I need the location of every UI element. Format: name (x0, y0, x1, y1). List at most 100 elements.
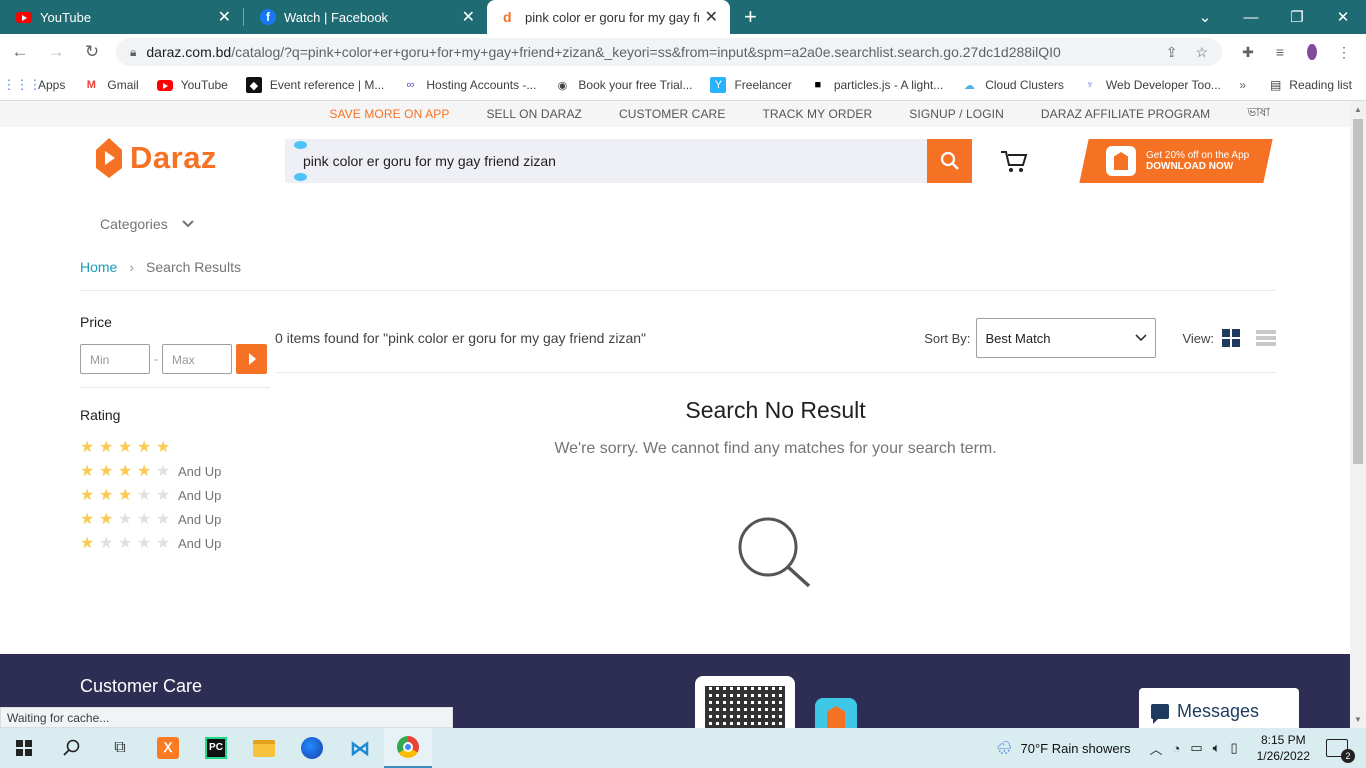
track-my-order-link[interactable]: TRACK MY ORDER (762, 107, 872, 121)
rating-2-stars[interactable]: ★ ★ ★ ★ ★ And Up (80, 507, 270, 531)
firefox-app[interactable] (288, 728, 336, 768)
close-tab-icon[interactable]: ✕ (462, 7, 475, 27)
daraz-app-icon (1106, 146, 1136, 176)
close-tab-icon[interactable]: ✕ (705, 7, 718, 27)
tab-facebook[interactable]: f Watch | Facebook ✕ (244, 0, 487, 34)
pycharm-app[interactable]: PC (192, 728, 240, 768)
max-price-input[interactable]: Max (162, 344, 232, 374)
star-icon: ★ (99, 511, 114, 528)
price-filter: Min - Max (80, 344, 270, 374)
sort-label: Sort By: (924, 330, 971, 346)
chrome-app[interactable] (384, 728, 432, 768)
star-empty-icon: ★ (137, 535, 152, 552)
weather-widget[interactable]: 🌧︎ 70°F Rain showers (996, 740, 1130, 756)
results-toolbar: 0 items found for "pink color er goru fo… (275, 312, 1276, 364)
wifi-icon[interactable]: ◔ (1172, 741, 1180, 756)
save-more-on-app-link[interactable]: SAVE MORE ON APP (329, 107, 449, 121)
start-button[interactable] (0, 728, 48, 768)
min-price-input[interactable]: Min (80, 344, 150, 374)
bookmark-event-reference[interactable]: ◆ Event reference | M... (245, 77, 384, 93)
gmail-icon: M (86, 79, 96, 91)
notifications-icon[interactable]: 2 (1326, 739, 1355, 763)
reload-icon[interactable]: ↻ (76, 42, 108, 62)
apply-price-button[interactable] (236, 344, 267, 374)
chevron-right-icon: › (129, 259, 135, 275)
close-tab-icon[interactable]: ✕ (218, 7, 231, 27)
forward-arrow-icon[interactable]: → (40, 42, 72, 62)
reading-list-icon: ▤ (1269, 78, 1282, 92)
vscode-app[interactable]: ⋈ (336, 728, 384, 768)
breadcrumb-home[interactable]: Home (80, 259, 117, 275)
share-icon[interactable]: ⇪ (1166, 44, 1178, 61)
list-view-icon[interactable] (1256, 330, 1276, 346)
profile-avatar[interactable]: S (1296, 41, 1328, 63)
vscode-icon: ⋈ (350, 737, 370, 760)
scrollbar-thumb[interactable] (1353, 119, 1363, 464)
browser-toolbar: ← → ↻ 🔒︎ daraz.com.bd/catalog/?q=pink+co… (0, 34, 1366, 70)
clock[interactable]: 8:15 PM 1/26/2022 (1257, 732, 1310, 764)
filter-sidebar: Price Min - Max Rating ★ ★ ★ ★ ★ ★ ★ ★ ★ ★ And U… (80, 314, 270, 555)
tablet-mode-icon[interactable]: ▯ (1230, 740, 1237, 756)
signup-login-link[interactable]: SIGNUP / LOGIN (909, 107, 1004, 121)
new-tab-button[interactable]: + (744, 4, 757, 30)
rating-1-star[interactable]: ★ ★ ★ ★ ★ And Up (80, 531, 270, 555)
bookmark-particles[interactable]: ■ particles.js - A light... (810, 77, 944, 93)
bookmark-web-developer[interactable]: ♆ Web Developer Too... (1082, 77, 1221, 93)
star-empty-icon: ★ (156, 535, 171, 552)
bookmark-freelancer[interactable]: Y Freelancer (710, 77, 792, 93)
notification-count: 2 (1341, 749, 1355, 763)
media-control-icon[interactable]: ≡ (1264, 44, 1296, 60)
volume-icon[interactable]: 🔈︎ (1213, 740, 1221, 756)
bookmark-apps[interactable]: ⋮⋮⋮ Apps (3, 77, 66, 93)
reading-list-button[interactable]: ▤ Reading list (1270, 78, 1352, 92)
cart-icon[interactable] (1000, 149, 1028, 176)
and-up-label: And Up (178, 535, 222, 551)
bookmark-gmail[interactable]: M Gmail (83, 77, 139, 93)
customer-care-link[interactable]: CUSTOMER CARE (619, 107, 725, 121)
tab-search-icon[interactable]: ⌄ (1182, 8, 1228, 26)
daraz-logo[interactable]: Daraz (96, 138, 217, 178)
lock-icon[interactable]: 🔒︎ (130, 45, 136, 60)
affiliate-program-link[interactable]: DARAZ AFFILIATE PROGRAM (1041, 107, 1210, 121)
minimize-button[interactable]: — (1228, 9, 1274, 26)
back-arrow-icon[interactable]: ← (4, 42, 36, 62)
menu-kebab-icon[interactable]: ⋮ (1328, 44, 1360, 61)
file-explorer-app[interactable] (240, 728, 288, 768)
daraz-app-icon[interactable] (815, 698, 857, 728)
xampp-app[interactable]: ⵝ (144, 728, 192, 768)
search-button[interactable] (927, 139, 972, 183)
restore-button[interactable]: ❐ (1274, 8, 1320, 26)
bookmark-youtube[interactable]: YouTube (156, 77, 228, 93)
task-view-button[interactable]: ⧉ (96, 728, 144, 768)
scroll-up-icon[interactable]: ▲ (1354, 105, 1362, 114)
rating-5-stars[interactable]: ★ ★ ★ ★ ★ (80, 435, 270, 459)
close-window-button[interactable]: ✕ (1320, 8, 1366, 26)
extensions-icon[interactable]: ✚ (1232, 44, 1264, 61)
download-app-banner[interactable]: Get 20% off on the App DOWNLOAD NOW (1079, 139, 1273, 183)
tab-daraz[interactable]: d pink color er goru for my gay frie ✕ (487, 0, 730, 34)
battery-icon[interactable]: ▭ (1190, 740, 1202, 756)
categories-dropdown[interactable]: Categories (100, 216, 194, 232)
url-text[interactable]: daraz.com.bd/catalog/?q=pink+color+er+go… (146, 44, 1147, 60)
sort-select[interactable]: Best Match (976, 318, 1157, 358)
search-input[interactable]: pink color er goru for my gay friend ziz… (285, 139, 927, 183)
view-label: View: (1182, 330, 1214, 346)
page-scrollbar[interactable]: ▲ ▼ (1350, 101, 1366, 728)
more-bookmarks-icon[interactable]: » (1239, 78, 1246, 92)
tab-youtube[interactable]: YouTube ✕ (0, 0, 243, 34)
rating-3-stars[interactable]: ★ ★ ★ ★ ★ And Up (80, 483, 270, 507)
scroll-down-icon[interactable]: ▼ (1354, 715, 1362, 724)
bookmark-cloud-clusters[interactable]: ☁ Cloud Clusters (961, 77, 1064, 93)
grid-view-icon[interactable] (1222, 329, 1240, 347)
language-link[interactable]: ভাষা (1247, 104, 1270, 124)
rating-4-stars[interactable]: ★ ★ ★ ★ ★ And Up (80, 459, 270, 483)
address-bar[interactable]: 🔒︎ daraz.com.bd/catalog/?q=pink+color+er… (116, 38, 1222, 66)
bookmark-book-trial[interactable]: ◉ Book your free Trial... (554, 77, 693, 93)
search-taskbar-button[interactable] (48, 728, 96, 768)
chevron-up-icon[interactable]: ︿ (1149, 739, 1162, 758)
bookmark-hosting-accounts[interactable]: ∞ Hosting Accounts -... (402, 77, 536, 93)
bookmark-star-icon[interactable]: ☆ (1195, 44, 1208, 61)
star-icon: ★ (156, 439, 171, 456)
sell-on-daraz-link[interactable]: SELL ON DARAZ (486, 107, 582, 121)
messages-button[interactable]: Messages (1139, 688, 1299, 728)
